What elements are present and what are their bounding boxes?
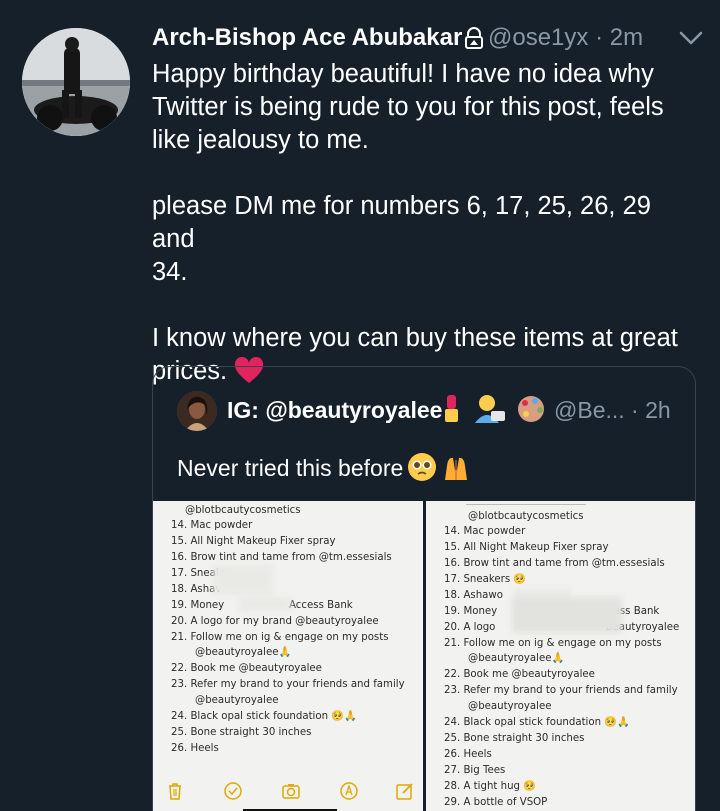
note-line: 14. Mac powder [444,526,526,537]
note-line: 27. Big Tees [444,765,506,776]
note-line: 25. Bone straight 30 inches [171,727,312,738]
note-line: 17. Sneakers 🥺 [444,574,527,585]
note-line: @beautyroyalee [468,701,552,712]
tweet-header: Arch-Bishop Ace Abubakar @ose1yx · 2m [152,24,704,56]
blur-patch [213,565,273,595]
note-line: @beautyroyalee🙏 [195,647,292,658]
quote-handle-time[interactable]: @Be... · 2h [554,397,671,424]
quote-author-name[interactable]: IG: @beautyroyalee [227,397,442,424]
note-line: 16. Brow tint and tame from @tm.essesial… [444,558,665,569]
author-avatar[interactable] [22,28,130,136]
trash-icon[interactable] [165,781,185,801]
emoji-group-icon [445,395,544,423]
tweet-line: Happy birthday beautiful! I have no idea… [152,60,654,88]
pen-icon[interactable] [339,781,359,801]
note-line: 14. Mac powder [171,520,253,531]
note-line: 20. A logo [444,622,496,633]
note-line: 15. All Night Makeup Fixer spray [171,536,336,547]
camera-icon[interactable] [281,781,301,801]
tweet-line: Twitter is being rude to you for this po… [152,93,664,121]
author-name[interactable]: Arch-Bishop Ace Abubakar [152,24,462,52]
tweet-line: like jealousy to me. [152,126,369,154]
tweet-line: please DM me for numbers 6, 17, 25, 26, … [152,192,651,253]
note-line: @blotbcautycosmetics [468,511,584,522]
note-line: 25. Bone straight 30 inches [444,733,585,744]
tweet-line: 34. [152,258,188,286]
cut-line [466,501,586,505]
compose-icon[interactable] [395,781,415,801]
quoted-tweet[interactable]: IG: @beautyroyalee @Be... · 2h Never tri… [152,366,696,811]
pleading-face-icon [408,453,437,481]
note-line: 29. A bottle of VSOP [444,797,548,808]
tweet-line: I know where you can buy these items at … [152,324,678,352]
chevron-down-icon[interactable] [678,30,704,46]
note-line: 19. Money [444,606,498,617]
note-line: 22. Book me @beautyroyalee [171,663,322,674]
tweet-line [152,157,692,190]
note-line: 24. Black opal stick foundation 🥺🙏 [171,711,357,722]
note-line: @beautyroyalee [195,695,279,706]
note-line: 23. Refer my brand to your friends and f… [444,685,678,696]
note-line: Access Bank [289,600,353,611]
note-line: 26. Heels [444,749,492,760]
lock-icon [465,27,483,49]
tweet-line [152,289,692,322]
blur-patch [512,597,622,633]
note-line: @blotbcautycosmetics [185,505,301,516]
note-line: 21. Follow me on ig & engage on my posts [171,632,389,643]
note-line: 21. Follow me on ig & engage on my posts [444,638,662,649]
quote-text-content: Never tried this before [177,455,404,481]
note-line: 20. A logo for my brand @beautyroyalee [171,616,379,627]
note-line: 26. Heels [171,743,219,754]
notes-toolbar [153,773,423,811]
quote-text: Never tried this before [177,452,471,482]
note-line: 16. Brow tint and tame from @tm.essesial… [171,552,392,563]
note-line: 15. All Night Makeup Fixer spray [444,542,609,553]
note-line: 24. Black opal stick foundation 🥺🙏 [444,717,630,728]
author-handle-time[interactable]: @ose1yx · 2m [488,24,643,52]
notes-screenshot-right[interactable]: @blotbcautycosmetics 14. Mac powder 15. Al… [426,501,695,811]
note-line: 22. Book me @beautyroyalee [444,669,595,680]
note-line: @beautyroyalee🙏 [468,653,565,664]
palms-together-icon [445,457,468,480]
note-line: 28. A tight hug 🥺 [444,781,536,792]
quote-avatar[interactable] [177,391,217,431]
tweet-text: Happy birthday beautiful! I have no idea… [152,58,692,388]
note-line: 19. Money [171,600,225,611]
checklist-icon[interactable] [223,781,243,801]
note-line: 18. Ashawo [444,590,503,601]
blur-patch [239,597,291,611]
note-line: 23. Refer my brand to your friends and f… [171,679,405,690]
notes-screenshot-left[interactable]: @blotbcautycosmetics 14. Mac powder 15. Al… [153,501,423,811]
